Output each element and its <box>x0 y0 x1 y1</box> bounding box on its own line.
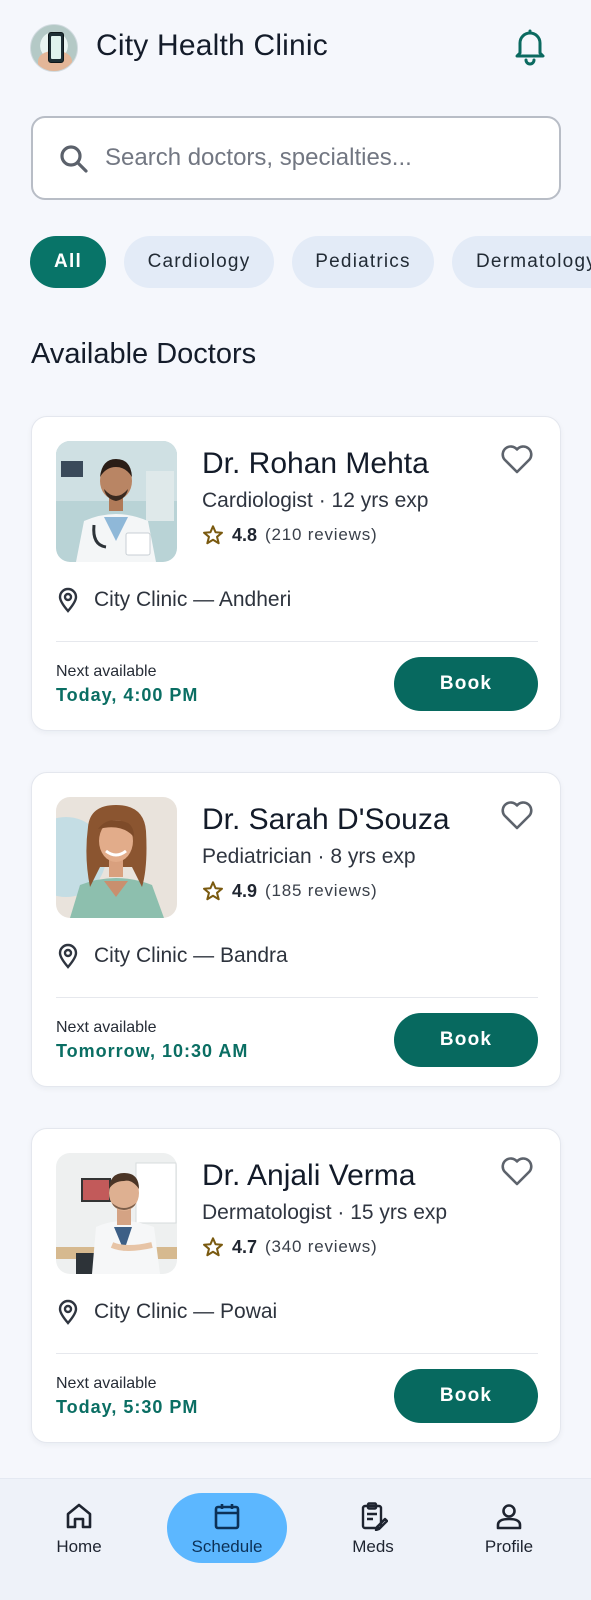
heart-icon[interactable] <box>500 799 534 831</box>
app-header: City Health Clinic <box>0 0 591 96</box>
doctor-specialty: Cardiologist · 12 yrs exp <box>202 489 429 512</box>
clinic-app-logo <box>30 24 78 72</box>
next-available-time: Today, 5:30 PM <box>56 1397 199 1417</box>
nav-schedule[interactable]: Schedule <box>167 1493 287 1563</box>
divider <box>56 1353 538 1354</box>
doctor-photo <box>56 441 177 562</box>
doctor-photo <box>56 797 177 918</box>
doctor-photo <box>56 1153 177 1274</box>
nav-label: Meds <box>352 1537 394 1556</box>
chip-dermatology[interactable]: Dermatology <box>452 236 591 288</box>
star-icon <box>203 1237 223 1257</box>
specialty-filter-chips: All Cardiology Pediatrics Dermatology <box>0 236 591 290</box>
search-bar[interactable] <box>31 116 561 200</box>
profile-icon <box>496 1504 522 1530</box>
location-row: City Clinic — Bandra <box>56 941 288 971</box>
review-count: (340 reviews) <box>265 1237 378 1256</box>
section-title: Available Doctors <box>31 338 257 370</box>
star-icon <box>203 525 223 545</box>
next-available-label: Next available <box>56 663 157 680</box>
location-pin-icon <box>58 1299 78 1325</box>
doctor-card[interactable]: Dr. Sarah D'Souza Pediatrician · 8 yrs e… <box>31 772 561 1087</box>
clipboard-icon <box>361 1502 388 1531</box>
location-row: City Clinic — Powai <box>56 1297 277 1327</box>
chip-pediatrics[interactable]: Pediatrics <box>292 236 434 288</box>
nav-profile[interactable]: Profile <box>449 1493 569 1563</box>
rating-value: 4.8 <box>232 524 258 545</box>
doctor-name: Dr. Sarah D'Souza <box>202 803 450 836</box>
doctor-name: Dr. Rohan Mehta <box>202 447 429 480</box>
bottom-navigation: Home Schedule Meds Profile <box>0 1478 591 1600</box>
clinic-location: City Clinic — Bandra <box>94 944 288 967</box>
book-button[interactable]: Book <box>394 657 538 711</box>
chip-cardiology[interactable]: Cardiology <box>124 236 274 288</box>
review-count: (185 reviews) <box>265 881 378 900</box>
book-button[interactable]: Book <box>394 1013 538 1067</box>
search-input[interactable] <box>105 138 535 178</box>
home-icon <box>66 1503 92 1529</box>
review-count: (210 reviews) <box>265 525 378 544</box>
nav-home[interactable]: Home <box>19 1493 139 1563</box>
rating-value: 4.9 <box>232 880 258 901</box>
rating-row: 4.8 (210 reviews) <box>202 523 377 547</box>
search-icon <box>60 145 88 173</box>
chip-all[interactable]: All <box>30 236 106 288</box>
divider <box>56 997 538 998</box>
nav-label: Profile <box>484 1537 534 1556</box>
rating-row: 4.9 (185 reviews) <box>202 879 377 903</box>
clinic-location: City Clinic — Andheri <box>94 588 292 611</box>
star-icon <box>203 881 223 901</box>
doctor-card[interactable]: Dr. Rohan Mehta Cardiologist · 12 yrs ex… <box>31 416 561 731</box>
heart-icon[interactable] <box>500 443 534 475</box>
calendar-icon <box>214 1504 240 1530</box>
next-available-time: Tomorrow, 10:30 AM <box>56 1041 249 1061</box>
location-pin-icon <box>58 943 78 969</box>
nav-label: Schedule <box>191 1537 263 1556</box>
bell-icon[interactable] <box>512 26 548 66</box>
next-available-time: Today, 4:00 PM <box>56 685 199 705</box>
next-available-label: Next available <box>56 1019 157 1036</box>
doctor-card[interactable]: Dr. Anjali Verma Dermatologist · 15 yrs … <box>31 1128 561 1443</box>
location-pin-icon <box>58 587 78 613</box>
app-screen: City Health Clinic All Cardiology Pediat… <box>0 0 591 1600</box>
rating-row: 4.7 (340 reviews) <box>202 1235 377 1259</box>
doctor-specialty: Pediatrician · 8 yrs exp <box>202 845 416 868</box>
book-button[interactable]: Book <box>394 1369 538 1423</box>
location-row: City Clinic — Andheri <box>56 585 291 615</box>
nav-label: Home <box>56 1537 102 1556</box>
app-title: City Health Clinic <box>96 29 328 62</box>
clinic-location: City Clinic — Powai <box>94 1300 278 1323</box>
heart-icon[interactable] <box>500 1155 534 1187</box>
next-available-label: Next available <box>56 1375 157 1392</box>
rating-value: 4.7 <box>232 1236 258 1257</box>
nav-meds[interactable]: Meds <box>313 1493 433 1563</box>
doctor-name: Dr. Anjali Verma <box>202 1159 416 1192</box>
divider <box>56 641 538 642</box>
doctor-specialty: Dermatologist · 15 yrs exp <box>202 1201 448 1224</box>
